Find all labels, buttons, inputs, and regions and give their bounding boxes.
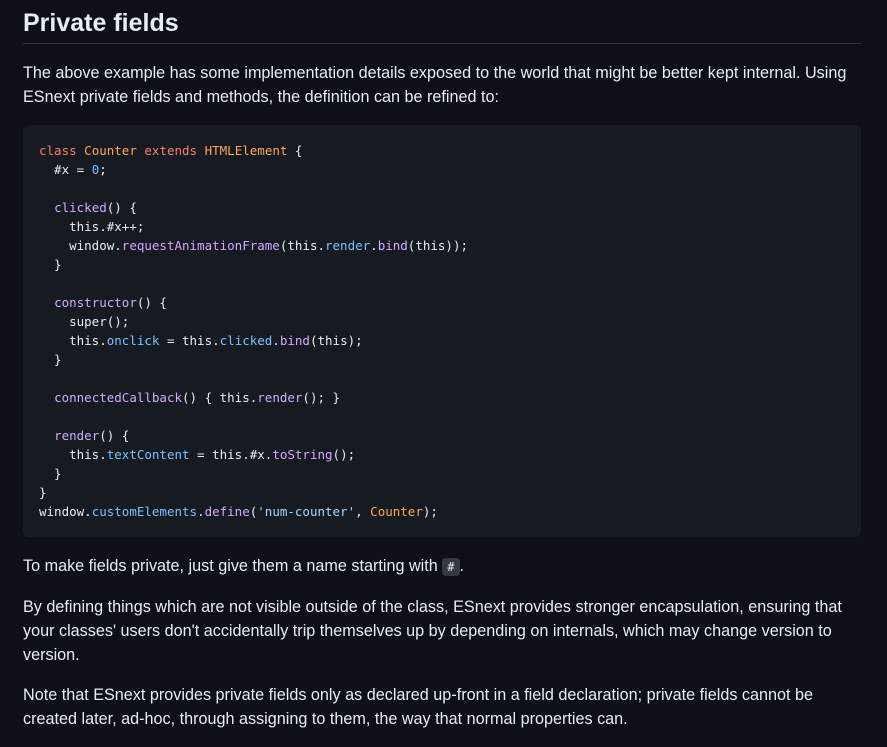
code-line: } (39, 466, 62, 481)
code-token: constructor (54, 295, 137, 310)
code-line: window.requestAnimationFrame(this.render… (39, 238, 469, 253)
code-token: bind (279, 333, 310, 348)
encapsulation-paragraph: By defining things which are not visible… (23, 598, 842, 664)
code-token: extends (144, 143, 198, 158)
code-line: #x = 0; (39, 162, 107, 177)
code-token: render (54, 428, 100, 443)
code-line: this.onclick = this.clicked.bind(this); (39, 333, 363, 348)
code-token: render (257, 390, 303, 405)
code-line: render() { (54, 428, 130, 443)
code-line: connectedCallback() { this.render(); } (54, 390, 341, 405)
code-token: define (204, 504, 250, 519)
code-token: connectedCallback (54, 390, 182, 405)
code-listing[interactable]: class Counter extends HTMLElement { #x =… (39, 141, 845, 521)
code-token: toString (272, 447, 333, 462)
code-line: super(); (39, 314, 130, 329)
hash-inline-code: # (442, 558, 460, 576)
code-line: this.#x++; (39, 219, 145, 234)
code-token: requestAnimationFrame (121, 238, 280, 253)
code-token: clicked (54, 200, 107, 215)
intro-paragraph: The above example has some implementatio… (23, 64, 847, 106)
code-line: } (39, 257, 62, 272)
code-line: } (39, 352, 62, 367)
code-token: onclick (106, 333, 160, 348)
private-note-text: To make fields private, just give them a… (23, 557, 443, 575)
code-line: clicked() { (54, 200, 137, 215)
code-line: window.customElements.define('num-counte… (39, 504, 438, 519)
code-token: render (325, 238, 371, 253)
declaration-note-paragraph: Note that ESnext provides private fields… (23, 686, 814, 728)
code-line: this.textContent = this.#x.toString(); (39, 447, 356, 462)
code-line: constructor() { (54, 295, 167, 310)
private-note-paragraph: To make fields private, just give them a… (23, 554, 861, 579)
code-block[interactable]: class Counter extends HTMLElement { #x =… (23, 125, 861, 537)
code-token: class (39, 143, 77, 158)
code-line: } (39, 485, 47, 500)
code-token: clicked (219, 333, 273, 348)
code-token: Counter (84, 143, 137, 158)
private-note-period: . (459, 557, 465, 575)
article-section: Private fields The above example has som… (0, 0, 887, 747)
code-token: 0 (91, 162, 100, 177)
code-token: Counter (370, 504, 423, 519)
code-token: 'num-counter' (257, 504, 356, 519)
code-line: class Counter extends HTMLElement { (39, 143, 303, 158)
code-token: textContent (106, 447, 190, 462)
code-token: HTMLElement (204, 143, 288, 158)
code-token: customElements (91, 504, 198, 519)
code-token: bind (377, 238, 408, 253)
section-heading: Private fields (23, 0, 861, 44)
